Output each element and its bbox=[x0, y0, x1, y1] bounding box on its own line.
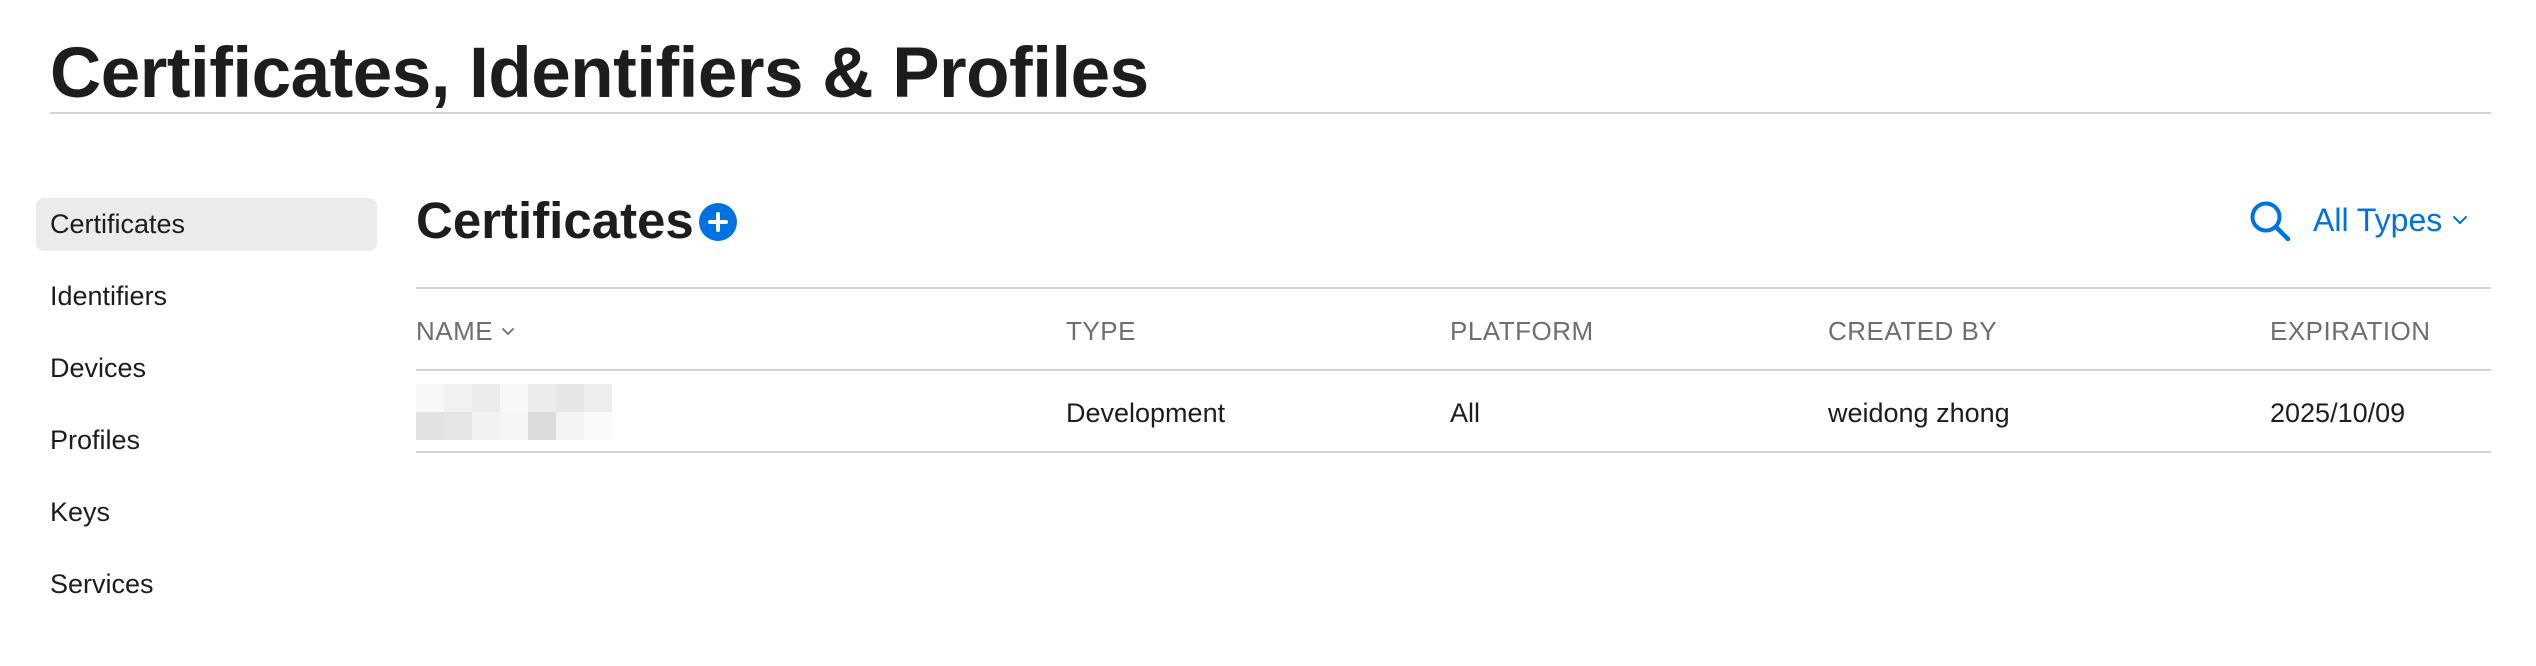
sidebar-item-keys[interactable]: Keys bbox=[36, 486, 377, 539]
sidebar-item-label: Certificates bbox=[50, 209, 186, 239]
sidebar-nav: Certificates Identifiers Devices Profile… bbox=[36, 198, 377, 630]
chevron-down-icon bbox=[502, 327, 515, 335]
table-row-divider bbox=[416, 451, 2491, 453]
column-header-type: TYPE bbox=[1066, 316, 1136, 346]
plus-circle-icon bbox=[699, 203, 737, 241]
page-title: Certificates, Identifiers & Profiles bbox=[50, 34, 1149, 113]
cell-created-by: weidong zhong bbox=[1828, 398, 2010, 428]
sidebar-item-identifiers[interactable]: Identifiers bbox=[36, 270, 377, 323]
add-certificate-button[interactable] bbox=[698, 202, 738, 242]
cell-platform: All bbox=[1450, 398, 1481, 428]
redacted-certificate-name[interactable] bbox=[416, 384, 612, 440]
section-title: Certificates bbox=[416, 192, 694, 249]
type-filter-dropdown[interactable]: All Types bbox=[2313, 196, 2468, 244]
sidebar-item-devices[interactable]: Devices bbox=[36, 342, 377, 395]
cell-type: Development bbox=[1066, 398, 1226, 428]
table-top-divider bbox=[416, 287, 2491, 289]
sidebar-item-label: Profiles bbox=[50, 425, 141, 455]
search-icon bbox=[2250, 201, 2291, 242]
filter-selected-value: All Types bbox=[2313, 202, 2443, 238]
table-header-divider bbox=[416, 369, 2491, 371]
sidebar-item-profiles[interactable]: Profiles bbox=[36, 414, 377, 467]
title-divider bbox=[50, 112, 2491, 114]
sidebar-item-label: Keys bbox=[50, 497, 111, 527]
column-header-created-by: CREATED BY bbox=[1828, 316, 1998, 346]
column-header-name[interactable]: NAME bbox=[416, 312, 515, 350]
sidebar-item-services[interactable]: Services bbox=[36, 558, 377, 611]
cell-expiration: 2025/10/09 bbox=[2270, 398, 2406, 428]
column-header-expiration: EXPIRATION bbox=[2270, 316, 2431, 346]
sidebar-item-label: Identifiers bbox=[50, 281, 168, 311]
search-button[interactable] bbox=[2247, 198, 2293, 244]
column-header-label: NAME bbox=[416, 316, 494, 346]
column-header-platform: PLATFORM bbox=[1450, 316, 1594, 346]
sidebar-item-label: Services bbox=[50, 569, 154, 599]
sidebar-item-certificates[interactable]: Certificates bbox=[36, 198, 377, 251]
sidebar-item-label: Devices bbox=[50, 353, 147, 383]
chevron-down-icon bbox=[2453, 216, 2468, 224]
